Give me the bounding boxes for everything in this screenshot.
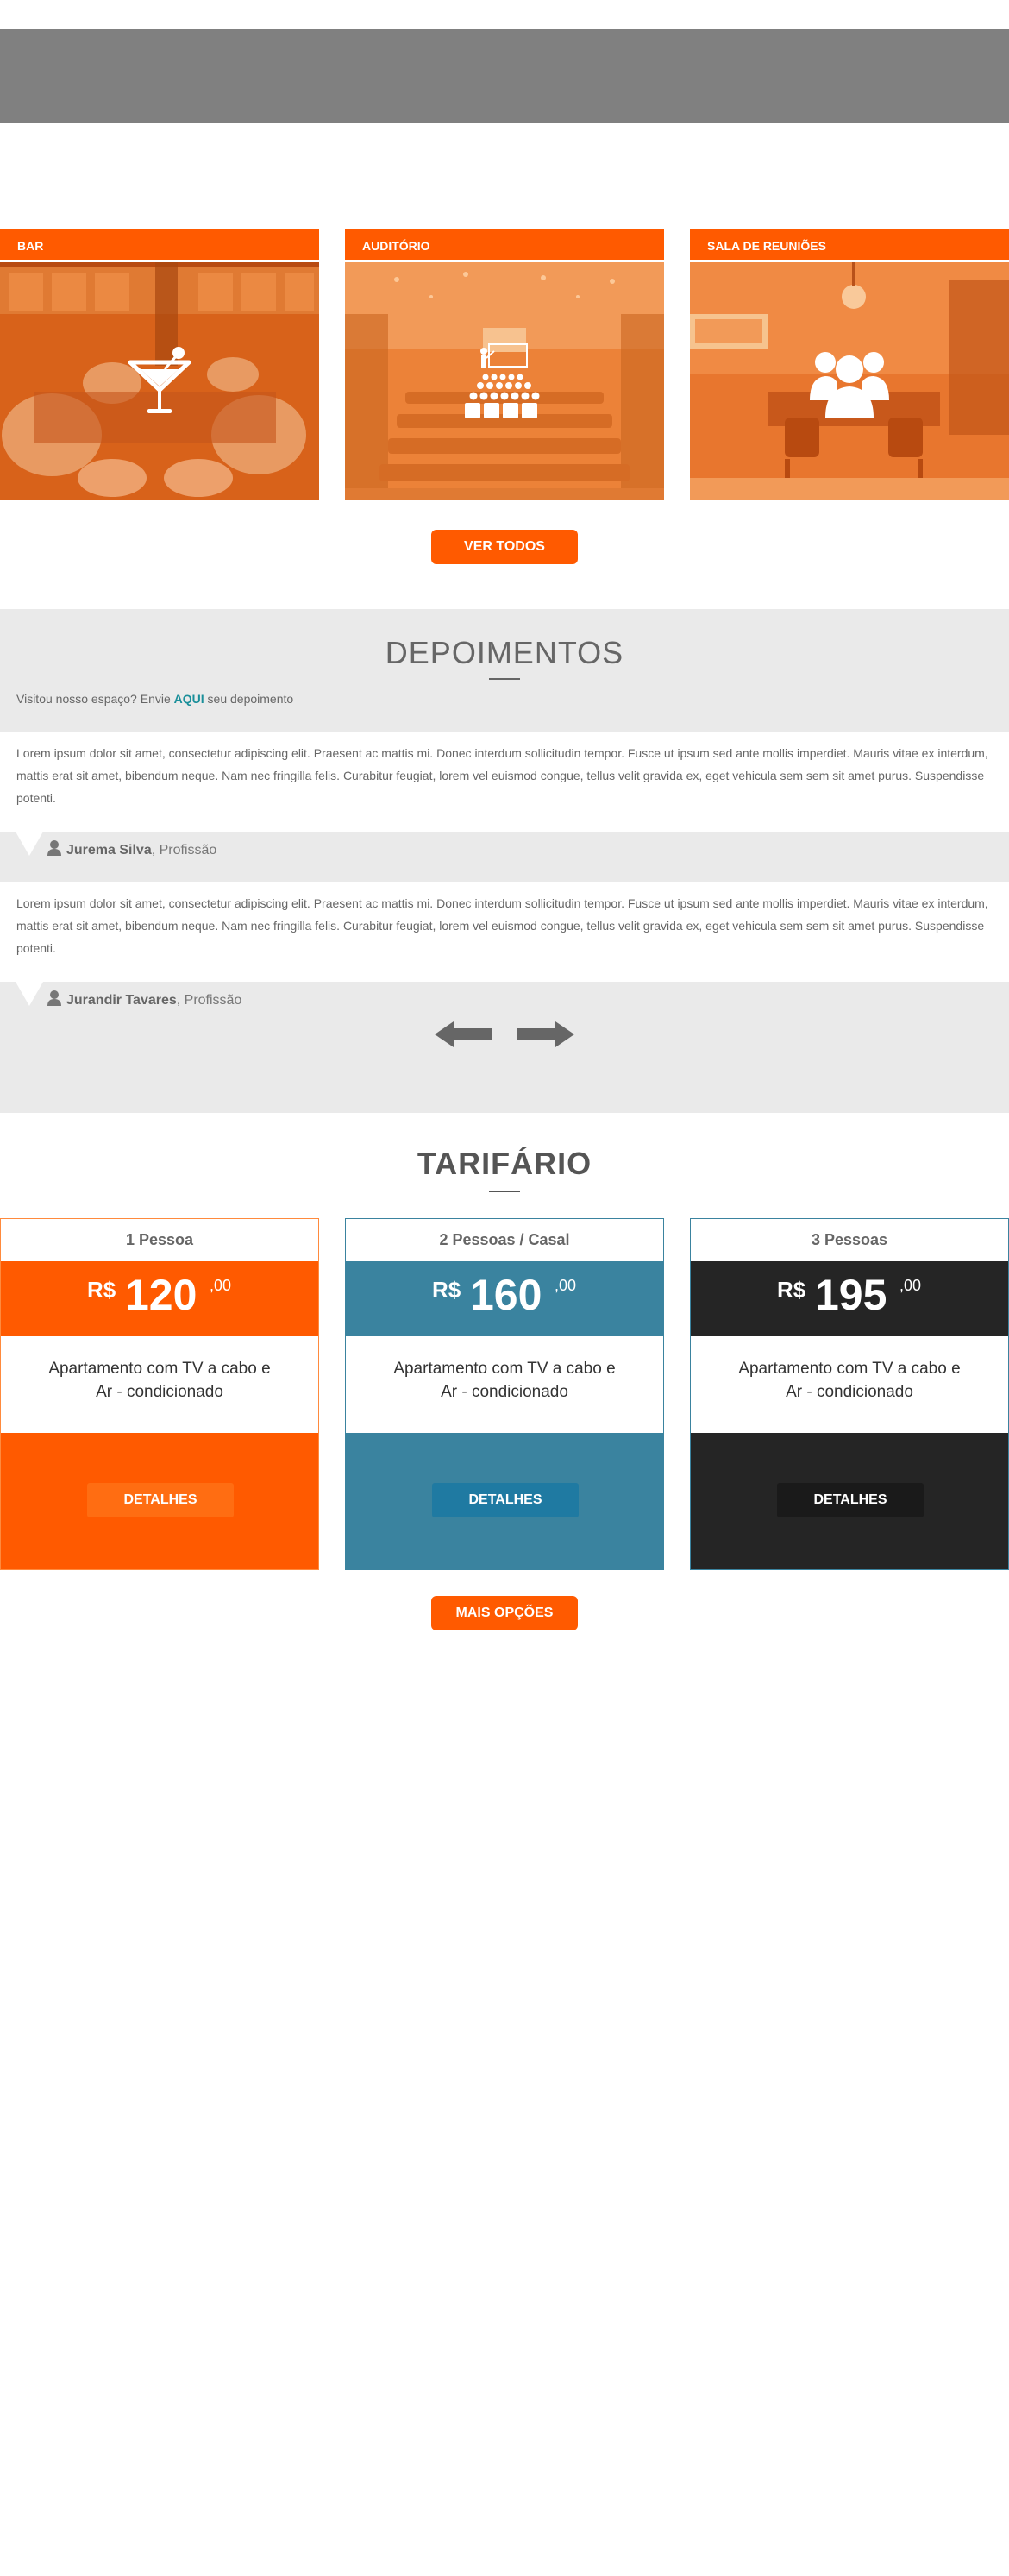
- details-button[interactable]: DETALHES: [777, 1483, 924, 1517]
- author-name: Jurema Silva: [66, 843, 152, 858]
- price-cents: ,00: [555, 1277, 577, 1294]
- testimonial-author: Jurandir Tavares, Profissão: [47, 990, 241, 1008]
- auditorium-icon: [465, 343, 540, 418]
- space-label: BAR: [0, 229, 319, 262]
- arrow-right-icon[interactable]: [517, 1021, 574, 1047]
- description-line: Ar - condicionado: [786, 1383, 913, 1401]
- author-name: Jurandir Tavares: [66, 993, 177, 1008]
- plan-footer: DETALHES: [346, 1433, 663, 1569]
- space-card-bar[interactable]: BAR: [0, 229, 319, 504]
- price-cents: ,00: [899, 1277, 922, 1294]
- people-icon: [810, 352, 889, 418]
- title-divider: [489, 678, 520, 680]
- invite-text: seu depoimento: [207, 692, 294, 706]
- see-all-button[interactable]: VER TODOS: [431, 530, 578, 564]
- description-line: Apartamento com TV a cabo e: [393, 1360, 616, 1378]
- price-card-2: 2 Pessoas / Casal R$ 160 ,00 Apartamento…: [345, 1218, 664, 1570]
- plan-footer: DETALHES: [1, 1433, 318, 1569]
- price-currency: R$: [432, 1277, 461, 1303]
- price-amount: 120: [125, 1271, 197, 1319]
- author-role: , Profissão: [176, 993, 242, 1008]
- price-card-3: 3 Pessoas R$ 195 ,00 Apartamento com TV …: [690, 1218, 1009, 1570]
- price-card-1: 1 Pessoa R$ 120 ,00 Apartamento com TV a…: [0, 1218, 319, 1570]
- arrow-left-icon[interactable]: [435, 1021, 492, 1047]
- plan-footer: DETALHES: [691, 1433, 1008, 1569]
- space-card-meeting-room[interactable]: SALA DE REUNIÕES: [690, 229, 1009, 504]
- invite-text: Visitou nosso espaço? Envie: [16, 692, 171, 706]
- plan-name: 2 Pessoas / Casal: [346, 1219, 663, 1261]
- plan-name: 1 Pessoa: [1, 1219, 318, 1261]
- section-title: DEPOIMENTOS: [385, 635, 624, 670]
- price-cents: ,00: [210, 1277, 232, 1294]
- space-photo: [690, 262, 1009, 500]
- plan-description: Apartamento com TV a cabo e Ar - condici…: [1, 1336, 318, 1433]
- price-currency: R$: [777, 1277, 806, 1303]
- plan-price: R$ 120 ,00: [1, 1261, 318, 1336]
- description-line: Ar - condicionado: [441, 1383, 568, 1401]
- space-label: AUDITÓRIO: [345, 229, 664, 262]
- user-icon: [47, 840, 61, 856]
- price-amount: 195: [815, 1271, 887, 1319]
- description-line: Apartamento com TV a cabo e: [48, 1360, 271, 1378]
- plan-price: R$ 195 ,00: [691, 1261, 1008, 1336]
- title-divider: [489, 1191, 520, 1192]
- price-currency: R$: [87, 1277, 116, 1303]
- space-card-auditorium[interactable]: AUDITÓRIO: [345, 229, 664, 504]
- space-photo: [0, 262, 319, 500]
- testimonials-section: DEPOIMENTOS Visitou nosso espaço? Envie …: [0, 609, 1009, 1113]
- plan-description: Apartamento com TV a cabo e Ar - condici…: [691, 1336, 1008, 1433]
- space-label: SALA DE REUNIÕES: [690, 229, 1009, 262]
- more-options-button[interactable]: MAIS OPÇÕES: [431, 1596, 578, 1630]
- price-amount: 160: [470, 1271, 542, 1319]
- testimonial-text: Lorem ipsum dolor sit amet, consectetur …: [0, 882, 1009, 1006]
- description-line: Apartamento com TV a cabo e: [738, 1360, 961, 1378]
- space-photo: [345, 262, 664, 500]
- author-role: , Profissão: [151, 843, 217, 858]
- section-title: TARIFÁRIO: [417, 1146, 592, 1181]
- description-line: Ar - condicionado: [96, 1383, 223, 1401]
- user-icon: [47, 990, 61, 1006]
- details-button[interactable]: DETALHES: [432, 1483, 579, 1517]
- plan-price: R$ 160 ,00: [346, 1261, 663, 1336]
- testimonial-text: Lorem ipsum dolor sit amet, consectetur …: [0, 732, 1009, 856]
- testimonial-author: Jurema Silva, Profissão: [47, 840, 216, 858]
- plan-description: Apartamento com TV a cabo e Ar - condici…: [346, 1336, 663, 1433]
- top-banner: [0, 29, 1009, 123]
- submit-testimonial-link[interactable]: AQUI: [174, 692, 204, 706]
- cocktail-icon: [128, 347, 191, 413]
- plan-name: 3 Pessoas: [691, 1219, 1008, 1261]
- details-button[interactable]: DETALHES: [87, 1483, 234, 1517]
- testimonial-invite: Visitou nosso espaço? Envie AQUI seu dep…: [16, 692, 293, 706]
